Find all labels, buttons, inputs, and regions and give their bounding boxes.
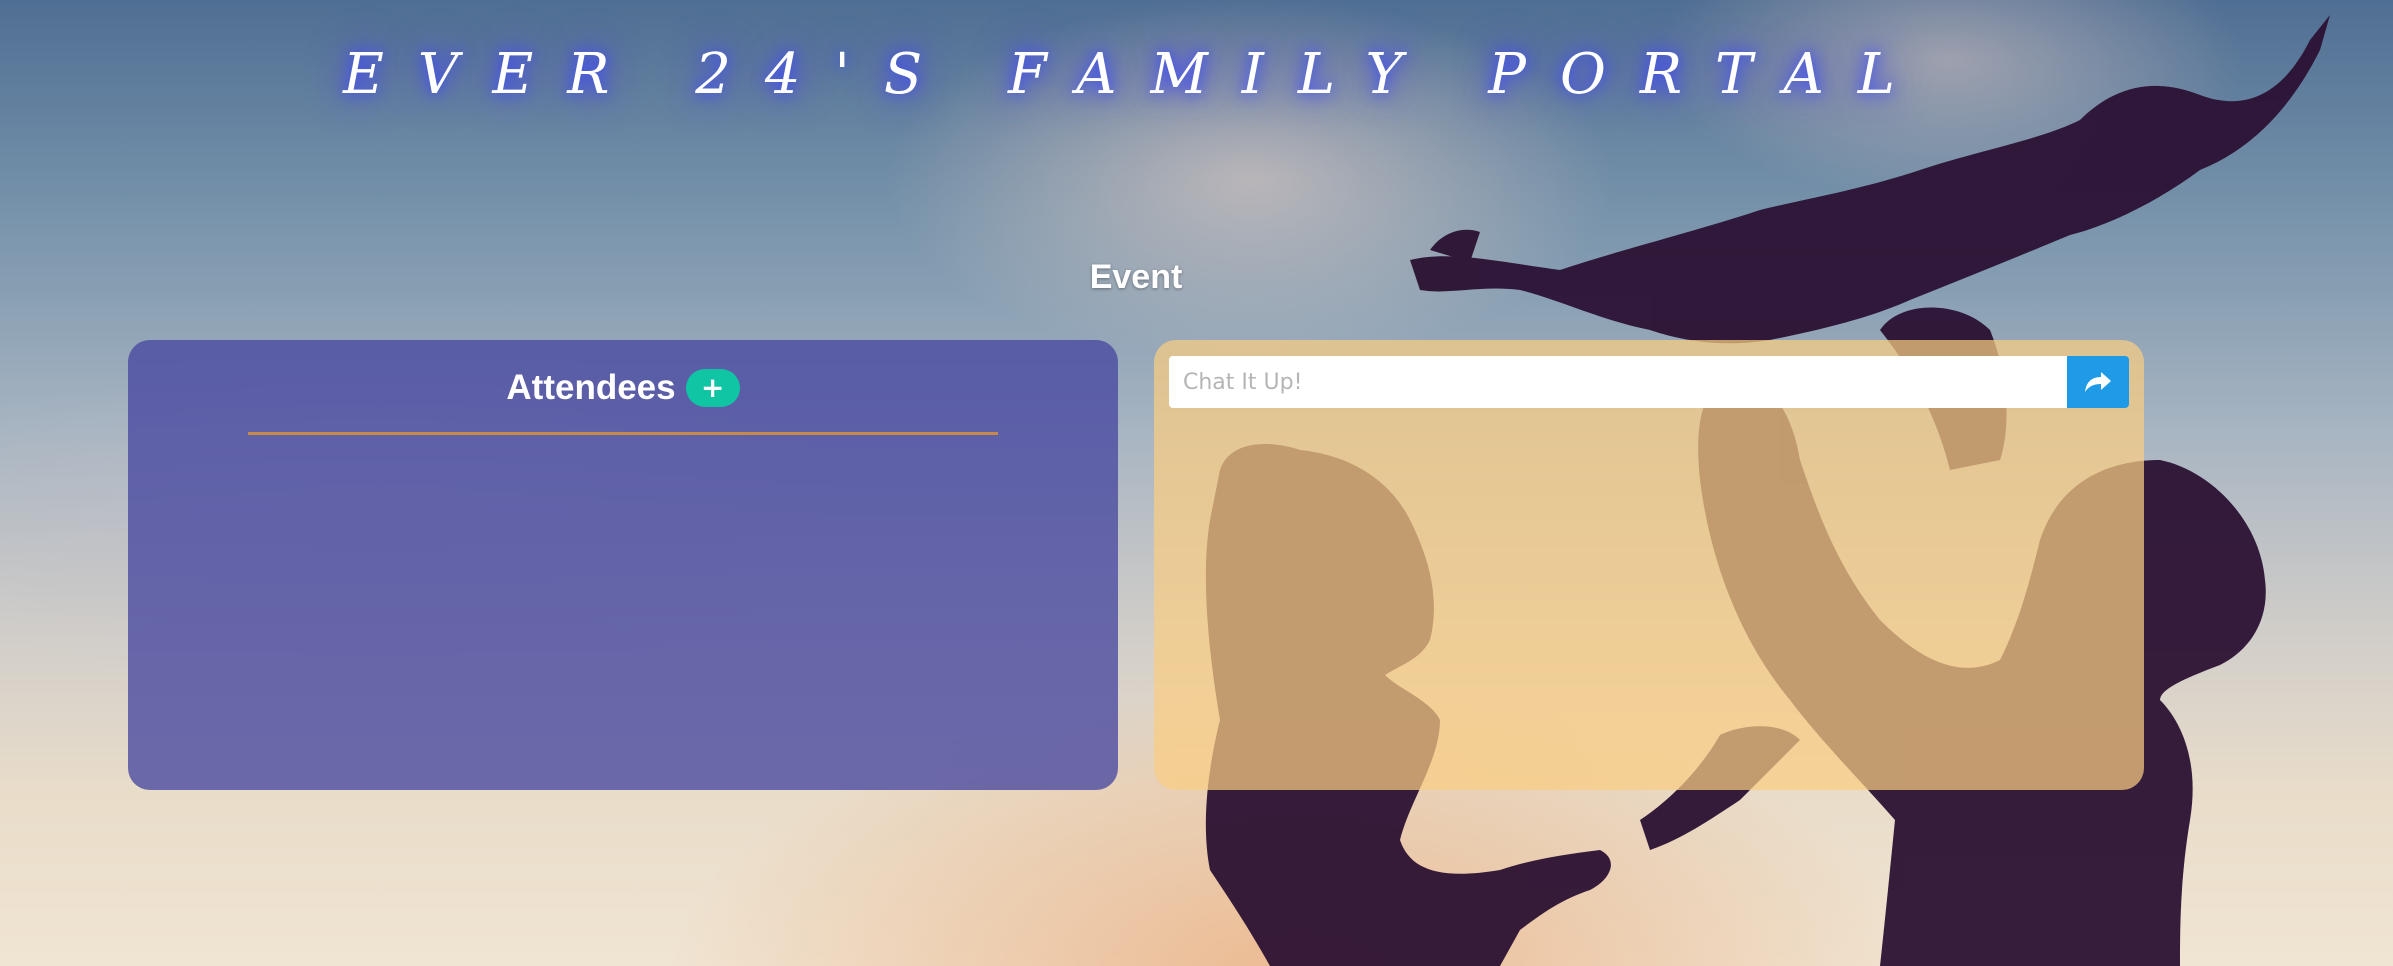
add-attendee-button[interactable]: + <box>685 369 740 407</box>
send-button[interactable] <box>2067 356 2129 408</box>
attendees-title: Attendees <box>506 368 676 407</box>
chat-panel <box>1154 340 2144 790</box>
attendees-header: Attendees + <box>128 368 1118 408</box>
chat-input[interactable] <box>1169 356 2067 408</box>
page-title: EVER 24'S FAMILY PORTAL <box>343 42 1929 107</box>
chat-input-row <box>1169 356 2129 408</box>
section-title-event: Event <box>1089 258 1183 296</box>
attendees-panel: Attendees + <box>128 340 1118 790</box>
share-arrow-icon <box>2085 372 2111 392</box>
attendees-divider <box>248 432 998 435</box>
